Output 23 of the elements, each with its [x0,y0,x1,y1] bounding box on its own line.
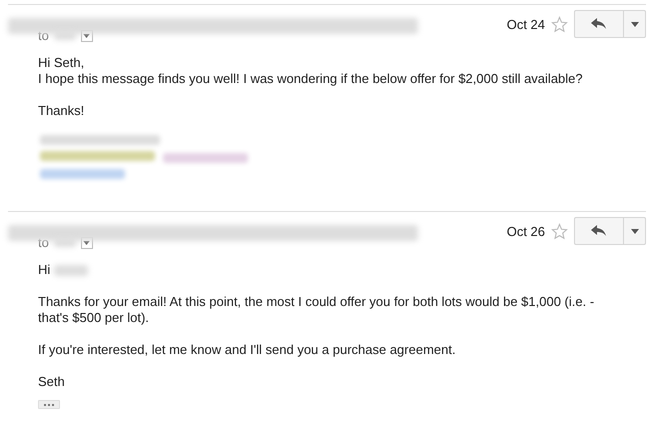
to-label: to [38,235,49,250]
caret-icon [630,22,638,26]
reply-button[interactable] [574,217,624,245]
greeting-text: Hi [38,262,50,278]
message-date: Oct 24 [506,16,545,32]
show-trimmed-button[interactable] [38,400,60,409]
to-label: to [38,28,49,43]
message-paragraph: Thanks! [38,103,86,119]
more-options-button[interactable] [624,10,646,38]
message-paragraph: Thanks for your email! At this point, the most I could offer you for both lots would be $1,000 (i.e. - that's $500 per lot). [38,294,596,326]
more-options-button[interactable] [624,217,646,245]
greeting-text: Hi Seth, [38,55,84,71]
star-icon[interactable] [551,222,568,240]
reply-button[interactable] [574,10,624,38]
reply-icon [591,225,607,237]
message-date: Oct 26 [506,224,545,238]
message-paragraph: I hope this message finds you well! I was wondering if the below offer for $2,000 still available? [38,71,584,87]
blurred-name [54,264,88,276]
message-paragraph: If you're interested, let me know and I'll send you a purchase agreement. [38,342,457,358]
reply-icon [591,18,607,30]
star-icon[interactable] [551,16,568,32]
caret-icon [630,228,638,234]
signature-text: Seth [38,374,66,390]
